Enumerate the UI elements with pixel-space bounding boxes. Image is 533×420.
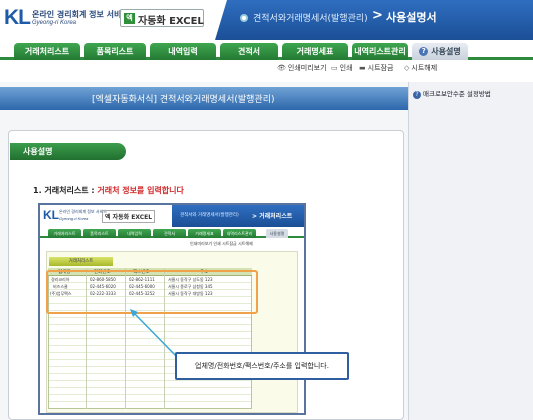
page: { "header": { "logo_text": "KL", "brand_… bbox=[0, 0, 533, 420]
callout-box: 업체명/전화번호/팩스번호/주소를 입력합니다. bbox=[175, 352, 349, 380]
